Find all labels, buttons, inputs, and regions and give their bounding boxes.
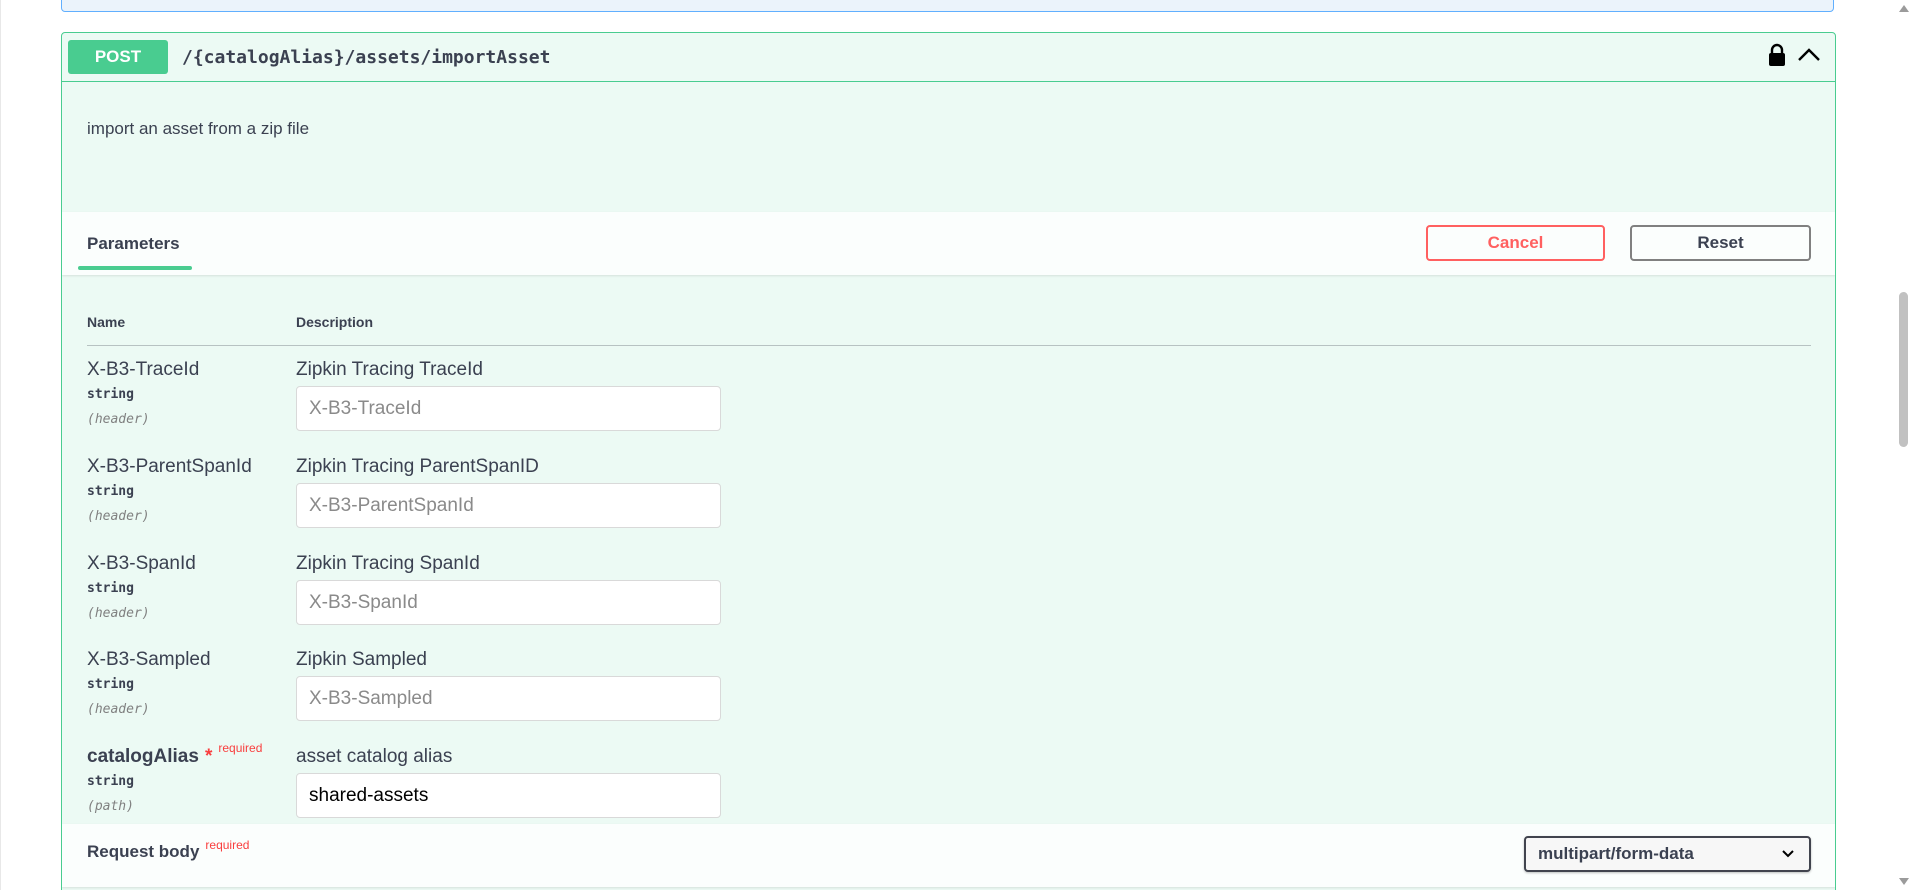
parameter-description: Zipkin Tracing SpanId xyxy=(296,553,480,574)
parameter-type: string xyxy=(87,774,134,789)
parameter-description: asset catalog alias xyxy=(296,746,453,767)
column-header-name: Name xyxy=(87,314,126,330)
parameter-location: (header) xyxy=(87,509,150,524)
parameter-name: X-B3-Sampled xyxy=(87,649,211,670)
required-label: required xyxy=(218,741,263,755)
parameters-header: Parameters Cancel Reset xyxy=(62,212,1835,275)
operation-block-post: POST /{catalogAlias}/assets/importAsset … xyxy=(61,32,1836,890)
x-b3-sampled-input[interactable] xyxy=(296,676,721,721)
parameter-type: string xyxy=(87,677,134,692)
required-star: * xyxy=(204,746,213,767)
parameter-row-x-b3-sampled: X-B3-Sampled string (header) Zipkin Samp… xyxy=(87,649,1811,739)
parameter-description: Zipkin Sampled xyxy=(296,649,427,670)
content-type-select[interactable]: multipart/form-data xyxy=(1524,836,1811,872)
operation-path: /{catalogAlias}/assets/importAsset xyxy=(182,46,551,68)
scroll-down-arrow-icon[interactable] xyxy=(1899,878,1909,885)
reset-button[interactable]: Reset xyxy=(1630,225,1811,261)
page-left-border xyxy=(0,0,1,890)
required-label: required xyxy=(205,838,250,852)
description-text: import an asset from a zip file xyxy=(87,119,310,138)
parameters-table: Name Description X-B3-TraceId string (he… xyxy=(62,275,1835,855)
request-body-header: Request body required multipart/form-data xyxy=(62,824,1835,887)
parameter-row-x-b3-parentspanid: X-B3-ParentSpanId string (header) Zipkin… xyxy=(87,456,1811,546)
operation-description: import an asset from a zip file xyxy=(62,82,1835,212)
chevron-down-icon xyxy=(1781,846,1795,866)
parameter-name: catalogAlias xyxy=(87,746,199,767)
parameter-row-x-b3-spanid: X-B3-SpanId string (header) Zipkin Traci… xyxy=(87,553,1811,643)
x-b3-parentspanid-input[interactable] xyxy=(296,483,721,528)
catalogalias-input[interactable] xyxy=(296,773,721,818)
request-body-label: Request body xyxy=(87,842,200,861)
parameter-type: string xyxy=(87,484,134,499)
parameter-name: X-B3-SpanId xyxy=(87,553,196,574)
parameter-description: Zipkin Tracing ParentSpanID xyxy=(296,456,539,477)
header-divider xyxy=(87,345,1811,346)
parameter-name: X-B3-ParentSpanId xyxy=(87,456,252,477)
parameter-name-required: catalogAlias * required xyxy=(87,741,262,768)
method-badge: POST xyxy=(68,40,168,74)
operation-summary[interactable]: POST /{catalogAlias}/assets/importAsset xyxy=(62,33,1835,82)
tab-active-indicator xyxy=(78,266,192,270)
scroll-up-arrow-icon[interactable] xyxy=(1899,5,1909,12)
parameter-location: (path) xyxy=(87,799,134,814)
vertical-scrollbar[interactable] xyxy=(1895,0,1912,890)
lock-icon[interactable] xyxy=(1767,43,1787,72)
x-b3-spanid-input[interactable] xyxy=(296,580,721,625)
page: POST /{catalogAlias}/assets/importAsset … xyxy=(0,0,1912,890)
chevron-up-icon[interactable] xyxy=(1797,47,1821,68)
cancel-button[interactable]: Cancel xyxy=(1426,225,1605,261)
parameter-location: (header) xyxy=(87,702,150,717)
parameter-type: string xyxy=(87,581,134,596)
scrollbar-thumb[interactable] xyxy=(1899,292,1908,447)
content-type-value: multipart/form-data xyxy=(1538,844,1694,863)
parameter-row-x-b3-traceid: X-B3-TraceId string (header) Zipkin Trac… xyxy=(87,359,1811,449)
previous-operation-block[interactable] xyxy=(61,0,1834,12)
parameter-location: (header) xyxy=(87,412,150,427)
parameter-location: (header) xyxy=(87,606,150,621)
parameter-row-catalogalias: catalogAlias * required string (path) asse… xyxy=(87,741,1811,836)
summary-icons xyxy=(1767,43,1821,72)
parameter-description: Zipkin Tracing TraceId xyxy=(296,359,483,380)
request-body-title: Request body required xyxy=(87,838,249,862)
column-header-description: Description xyxy=(296,314,374,330)
parameter-name: X-B3-TraceId xyxy=(87,359,200,380)
x-b3-traceid-input[interactable] xyxy=(296,386,721,431)
parameter-type: string xyxy=(87,387,134,402)
